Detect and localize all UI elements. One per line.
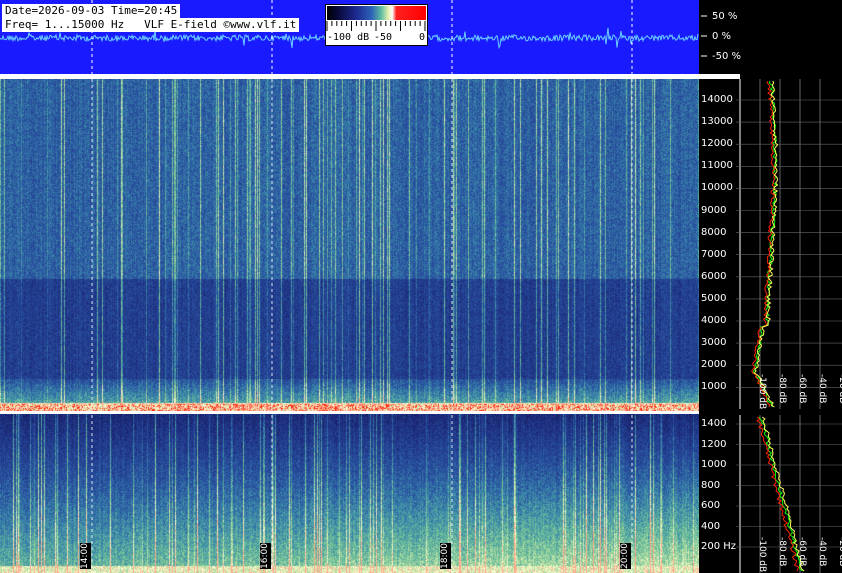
freq-tick-label: 12000 <box>701 138 733 150</box>
freq-tick-label: 400 <box>701 520 721 532</box>
freq-tick-label: 11000 <box>701 160 733 172</box>
time-label-1400: 14:00 <box>80 543 91 569</box>
spectrum-panel <box>699 79 842 573</box>
amplitude-axis: 50 % 0 % -50 % <box>699 0 842 78</box>
time-grid <box>91 79 633 573</box>
amp-label-0: 0 % <box>712 31 732 42</box>
average-spectrum-plot <box>699 79 842 573</box>
amp-label-50: 50 % <box>712 11 738 22</box>
time-label-2000: 20:00 <box>620 543 631 569</box>
freq-tick-label: 13000 <box>701 116 733 128</box>
freq-tick-label: 5000 <box>701 292 727 304</box>
freq-tick-label: 9000 <box>701 204 727 216</box>
freq-tick-label: 6000 <box>701 270 727 282</box>
freq-tick-label: 8000 <box>701 226 727 238</box>
freq-info-label: Freq= 1...15000 Hz VLF E-field ©www.vlf.… <box>2 18 300 32</box>
color-scale-max: 0 <box>419 32 426 43</box>
color-scale-legend: -100 dB -50 0 <box>325 4 428 46</box>
amp-label-minus50: -50 % <box>712 51 742 62</box>
time-label-1800: 18:00 <box>440 543 451 569</box>
freq-tick-label: 2000 <box>701 359 727 371</box>
freq-tick-label: 10000 <box>701 182 733 194</box>
freq-tick-label: 600 <box>701 500 721 511</box>
time-label-1600: 16:00 <box>260 543 271 569</box>
freq-tick-label: 1000 <box>701 459 727 470</box>
freq-tick-label: 3000 <box>701 337 727 349</box>
freq-tick-label: 800 <box>701 479 721 491</box>
freq-tick-label: 4000 <box>701 315 727 326</box>
freq-tick-label: 14000 <box>701 94 733 105</box>
freq-tick-label: 1000 <box>701 381 727 393</box>
spectrogram-viewer: Date=2026-09-03 Time=20:45 Freq= 1...150… <box>0 0 842 573</box>
freq-tick-label: 7000 <box>701 248 727 260</box>
color-scale-mid: -50 <box>374 32 393 43</box>
freq-tick-label: 1200 <box>701 438 727 450</box>
freq-tick-label: 1400 <box>701 418 727 429</box>
color-scale-min: -100 dB <box>327 32 370 43</box>
date-time-label: Date=2026-09-03 Time=20:45 <box>2 4 181 18</box>
waveform-strip: Date=2026-09-03 Time=20:45 Freq= 1...150… <box>0 0 699 74</box>
freq-tick-label: 200 Hz <box>701 541 737 552</box>
